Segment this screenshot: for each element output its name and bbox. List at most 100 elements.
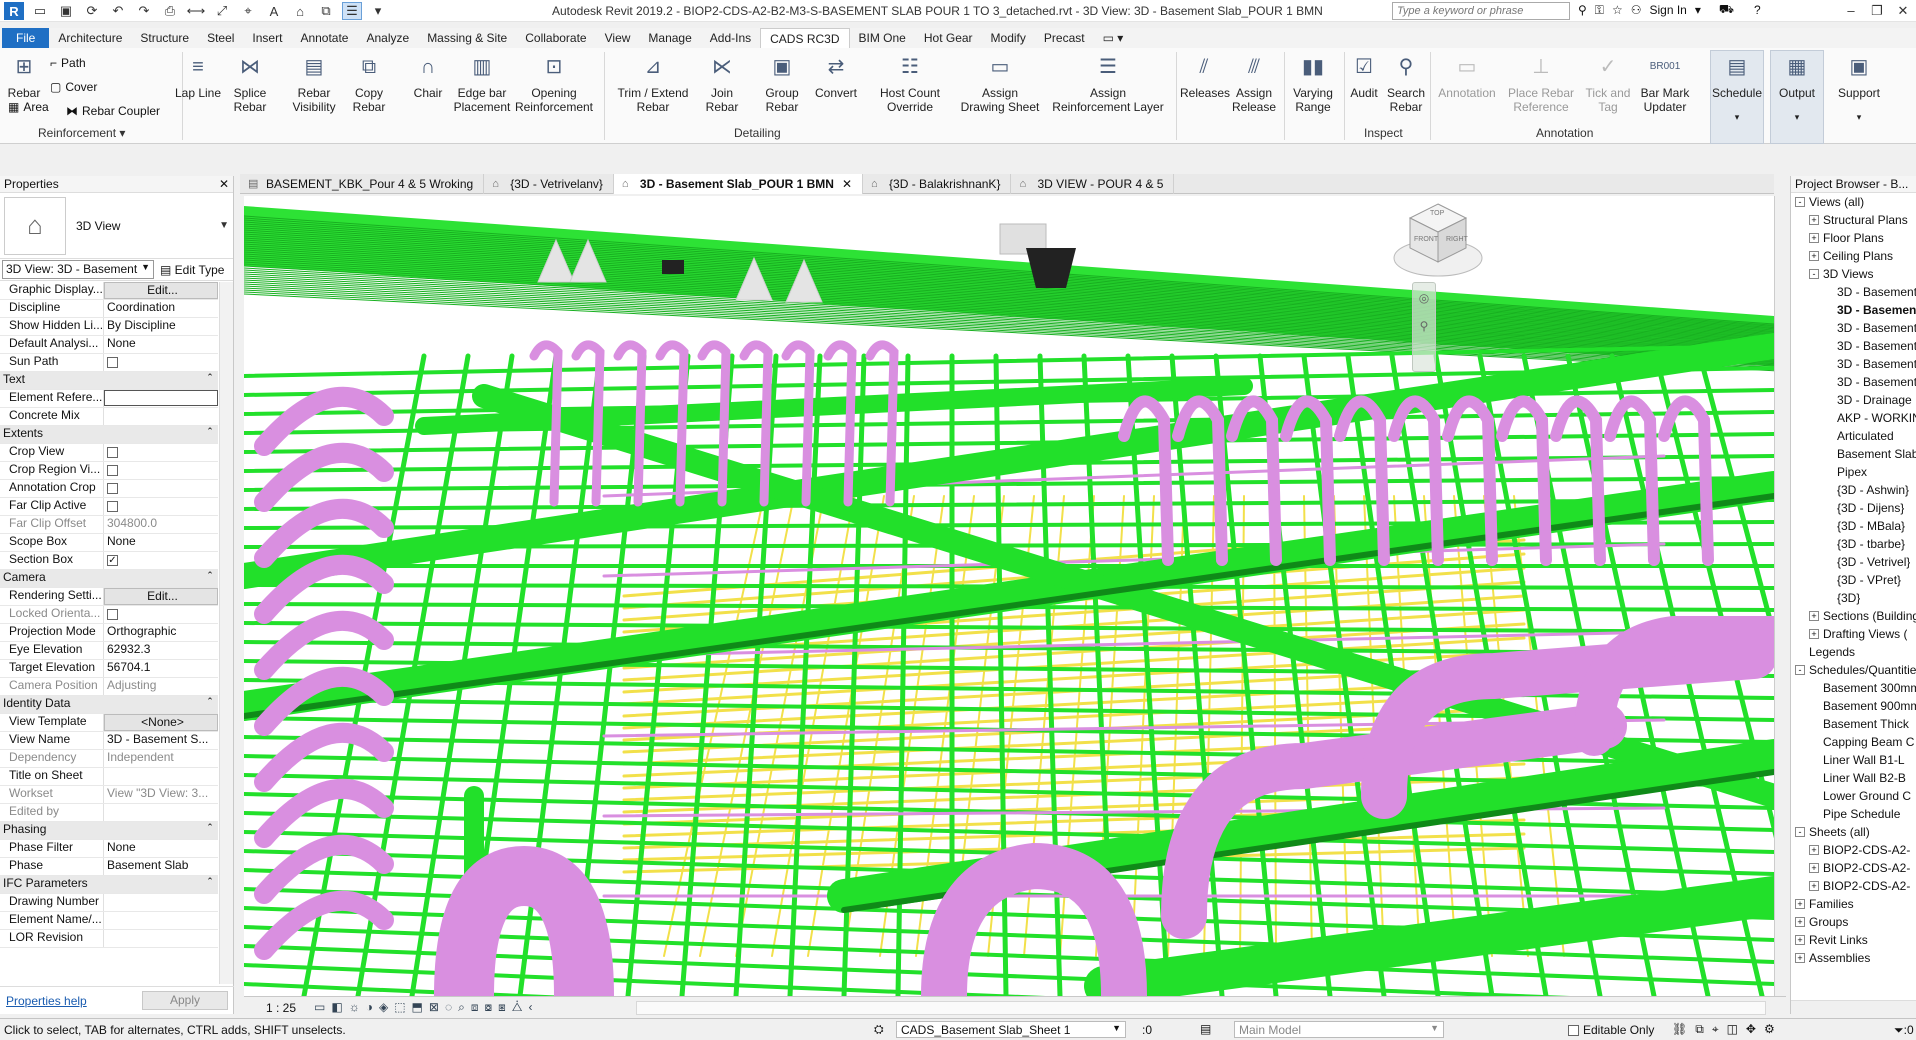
close-tab-icon[interactable]: ✕ — [842, 177, 852, 191]
sign-in-link[interactable]: Sign In — [1649, 3, 1686, 17]
3d-viewport[interactable]: TOP FRONT RIGHT ◎ ⚲ — [244, 196, 1774, 996]
browser-node[interactable]: Basement 300mm — [1791, 679, 1916, 697]
browser-node[interactable]: Legends — [1791, 643, 1916, 661]
property-checkbox[interactable] — [107, 357, 118, 368]
property-section-header[interactable]: Camera ⌃ — [0, 570, 218, 588]
ribbon-tab-annotate[interactable]: Annotate — [291, 28, 357, 48]
browser-node[interactable]: Liner Wall B2-B — [1791, 769, 1916, 787]
browser-node[interactable]: + Revit Links — [1791, 931, 1916, 949]
assign-reinforcement-layer-button[interactable]: ☰ Assign Reinforcement Layer — [1050, 52, 1166, 114]
lock-3d-icon[interactable]: ⊠ — [429, 1000, 439, 1015]
browser-node[interactable]: - Sheets (all) — [1791, 823, 1916, 841]
background-process-icon[interactable]: ⚙ — [1764, 1022, 1775, 1037]
view-tab[interactable]: ⌂ 3D VIEW - POUR 4 & 5 — [1011, 173, 1175, 194]
ribbon-tab-massing-site[interactable]: Massing & Site — [418, 28, 516, 48]
ribbon-tab-collaborate[interactable]: Collaborate — [516, 28, 595, 48]
host-count-override-button[interactable]: ☷ Host Count Override — [876, 52, 944, 114]
property-value[interactable]: Orthographic — [104, 624, 218, 641]
scroll-left-icon[interactable]: ‹ — [528, 1000, 532, 1015]
subscription-icon[interactable]: ⚿ — [1595, 3, 1604, 18]
browser-node[interactable]: {3D - Dijens} — [1791, 499, 1916, 517]
browser-node[interactable]: {3D - Ashwin} — [1791, 481, 1916, 499]
workset-icon[interactable]: ⛭ — [874, 1022, 884, 1037]
property-value[interactable] — [104, 444, 218, 461]
browser-node[interactable]: Liner Wall B1-L — [1791, 751, 1916, 769]
lap-line-button[interactable]: ≡ Lap Line — [172, 52, 224, 100]
view-tab[interactable]: ⌂ {3D - BalakrishnanK} — [863, 173, 1012, 194]
browser-node[interactable]: Lower Ground C — [1791, 787, 1916, 805]
property-section-header[interactable]: Identity Data ⌃ — [0, 696, 218, 714]
ribbon-tab-precast[interactable]: Precast — [1035, 28, 1094, 48]
ribbon-tab-structure[interactable]: Structure — [131, 28, 198, 48]
edge-bar-placement-button[interactable]: ▥ Edge bar Placement — [452, 52, 512, 114]
design-option-selector[interactable]: Main Model ▼ — [1234, 1021, 1444, 1038]
assign-release-button[interactable]: ⫻ Assign Release — [1230, 52, 1278, 114]
browser-node[interactable]: Basement Thick — [1791, 715, 1916, 733]
property-value[interactable]: None — [104, 840, 218, 857]
temporary-hide-icon[interactable]: ◌ — [445, 1000, 452, 1015]
restore-icon[interactable]: ❐ — [1864, 0, 1890, 21]
browser-node[interactable]: {3D - VPret} — [1791, 571, 1916, 589]
browser-node[interactable]: Articulated — [1791, 427, 1916, 445]
assign-drawing-sheet-button[interactable]: ▭ Assign Drawing Sheet — [960, 52, 1040, 114]
browser-node[interactable]: 3D - Basement — [1791, 319, 1916, 337]
browser-node[interactable]: + Assemblies — [1791, 949, 1916, 967]
collapse-icon[interactable]: - — [1809, 269, 1819, 279]
browser-node[interactable]: Pipex — [1791, 463, 1916, 481]
property-checkbox[interactable] — [107, 447, 118, 458]
ribbon-tab-cads-rc3d[interactable]: CADS RC3D — [760, 28, 850, 48]
close-icon[interactable]: ✕ — [219, 177, 229, 191]
expand-icon[interactable]: + — [1809, 251, 1819, 261]
browser-node[interactable]: + Floor Plans — [1791, 229, 1916, 247]
favorites-icon[interactable]: ☆ — [1612, 3, 1623, 17]
analytical-model-icon[interactable]: ⧇ — [484, 1000, 492, 1015]
chair-button[interactable]: ∩ Chair — [410, 52, 446, 100]
collapse-icon[interactable]: ⌃ — [202, 822, 218, 839]
binoculars-icon[interactable]: ⚲ — [1578, 3, 1587, 17]
property-value[interactable] — [104, 912, 218, 929]
varying-range-button[interactable]: ▮▮ Varying Range — [1286, 52, 1340, 114]
property-value[interactable] — [104, 480, 218, 497]
browser-node[interactable]: + BIOP2-CDS-A2- — [1791, 877, 1916, 895]
expand-icon[interactable]: + — [1795, 899, 1805, 909]
ribbon-tab-manage[interactable]: Manage — [639, 28, 700, 48]
section-icon[interactable]: ⧉ — [316, 2, 336, 20]
property-value[interactable] — [104, 462, 218, 479]
collapse-icon[interactable]: - — [1795, 827, 1805, 837]
property-section-header[interactable]: Text ⌃ — [0, 372, 218, 390]
collapse-icon[interactable]: ⌃ — [202, 372, 218, 389]
property-input[interactable] — [104, 390, 218, 406]
area-button[interactable]: ▦ Area — [8, 100, 49, 114]
rendering-icon[interactable]: ◈ — [379, 1000, 388, 1015]
project-browser-scrollbar[interactable] — [1791, 1000, 1916, 1014]
expand-icon[interactable]: + — [1809, 629, 1819, 639]
join-rebar-button[interactable]: ⋉ Join Rebar — [702, 52, 742, 114]
audit-button[interactable]: ☑ Audit — [1346, 52, 1382, 100]
opening-reinforcement-button[interactable]: ⊡ Opening Reinforcement — [514, 52, 594, 114]
ribbon-tab-analyze[interactable]: Analyze — [357, 28, 418, 48]
view-tab[interactable]: ⌂ 3D - Basement Slab_POUR 1 BMN ✕ — [613, 173, 864, 194]
path-button[interactable]: ⌐ Path — [50, 56, 86, 70]
property-section-header[interactable]: Phasing ⌃ — [0, 822, 218, 840]
open-icon[interactable]: ▭ — [30, 2, 50, 20]
detail-level-icon[interactable]: ▭ — [314, 1000, 325, 1015]
property-checkbox[interactable] — [107, 501, 118, 512]
shadows-icon[interactable]: ◑ — [366, 1000, 373, 1015]
property-section-header[interactable]: Extents ⌃ — [0, 426, 218, 444]
user-icon[interactable]: ⚇ — [1631, 3, 1642, 17]
ribbon-minimize-icon[interactable]: ▭ ▾ — [1094, 28, 1133, 48]
select-by-face-icon[interactable]: ◫ — [1727, 1022, 1738, 1037]
property-value[interactable] — [104, 930, 218, 947]
browser-node[interactable]: 3D - Drainage — [1791, 391, 1916, 409]
customize-qat-icon[interactable]: ▾ — [368, 2, 388, 20]
property-section-header[interactable]: IFC Parameters ⌃ — [0, 876, 218, 894]
ribbon-tab-add-ins[interactable]: Add-Ins — [701, 28, 760, 48]
ribbon-tab-file[interactable]: File — [2, 28, 50, 48]
browser-node[interactable]: Basement 900mm — [1791, 697, 1916, 715]
collapse-icon[interactable]: - — [1795, 665, 1805, 675]
browser-node[interactable]: -3D Views — [1791, 265, 1916, 283]
collapse-icon[interactable]: ⌃ — [202, 876, 218, 893]
expand-icon[interactable]: + — [1795, 917, 1805, 927]
property-value[interactable]: 56704.1 — [104, 660, 218, 677]
schedule-button[interactable]: ▤ Schedule ▾ — [1710, 52, 1764, 124]
